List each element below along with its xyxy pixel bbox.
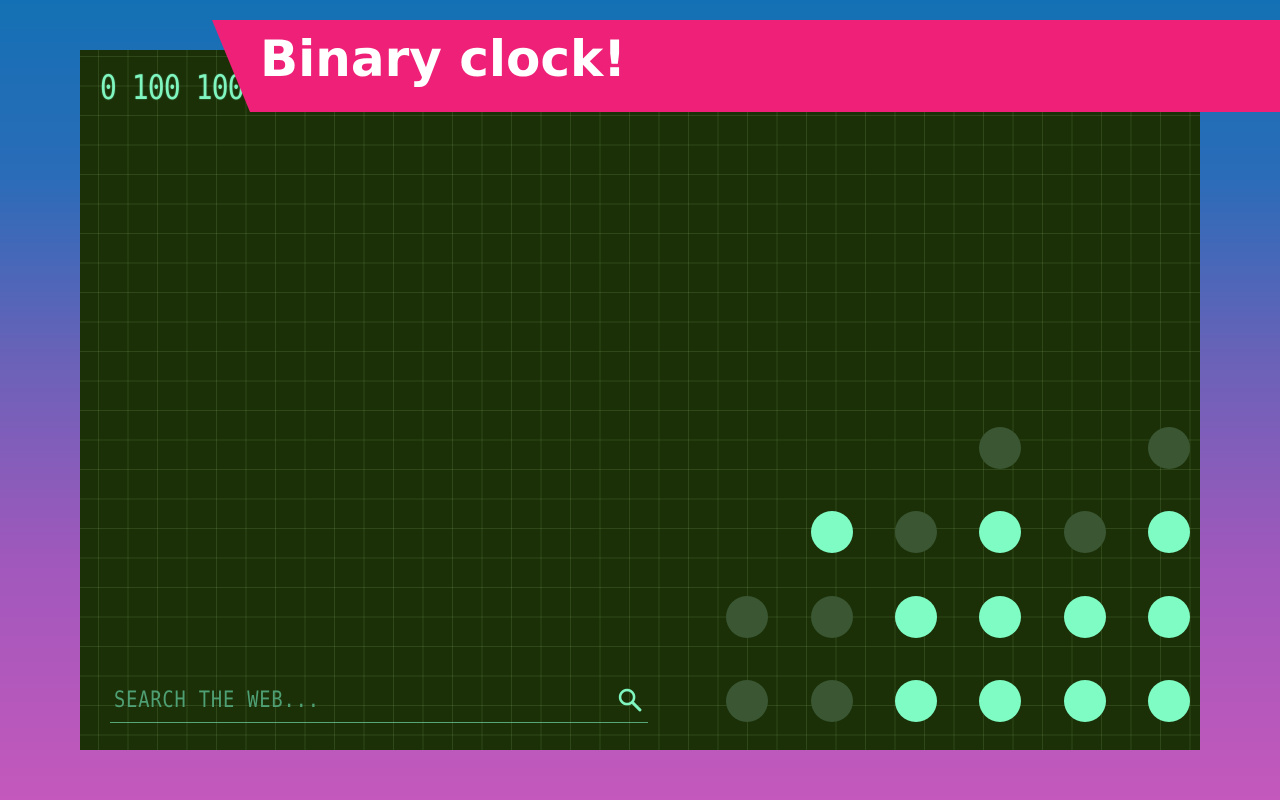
clock-dot-on [810, 511, 853, 554]
clock-dot-on [1063, 679, 1106, 722]
clock-dot-off [979, 427, 1022, 469]
clock-screen: 0 100 100 [80, 50, 1200, 750]
binary-readout: 0 100 100 [100, 68, 245, 108]
clock-dot-on [979, 679, 1022, 722]
clock-dot-on [979, 511, 1022, 554]
clock-dot-off [726, 595, 769, 638]
search-input[interactable] [114, 682, 522, 718]
clock-dot-on [979, 595, 1022, 638]
clock-dot-off [810, 595, 853, 638]
clock-dot-on [1147, 595, 1190, 638]
clock-dot-off [810, 679, 853, 722]
clock-dot-on [1147, 511, 1190, 554]
clock-dot-on [894, 679, 937, 722]
title-banner: Binary clock! [212, 20, 1280, 112]
clock-dot-on [1147, 679, 1190, 722]
clock-dot-off [1147, 427, 1190, 469]
clock-dot-off [726, 679, 769, 722]
search-bar[interactable] [110, 678, 648, 723]
clock-dot-on [1063, 595, 1106, 638]
clock-dot-off [894, 511, 937, 554]
clock-dot-off [1063, 511, 1106, 554]
search-icon[interactable] [616, 686, 644, 714]
clock-dot-on [894, 595, 937, 638]
banner-title: Binary clock! [260, 30, 627, 88]
